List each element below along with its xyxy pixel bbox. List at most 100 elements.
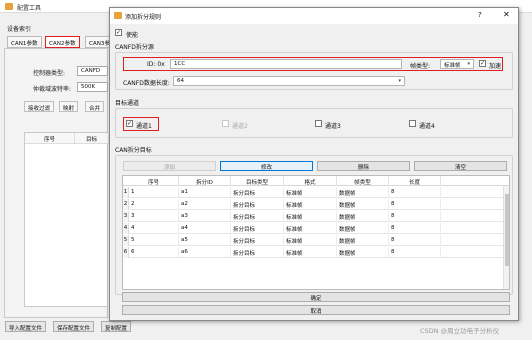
cell-type[interactable]: 拆分目标 (231, 235, 284, 246)
col-seq[interactable]: 序号 (129, 176, 179, 186)
close-icon[interactable]: ✕ (503, 10, 510, 19)
cell-fmt[interactable]: 标准帧 (284, 187, 337, 198)
channel1-label: 通道1 (136, 123, 152, 130)
accel-label: 加速 (489, 63, 502, 70)
save-config-button[interactable]: 保存配置文件 (53, 321, 95, 332)
can-target-section: CAN拆分目标 (115, 147, 152, 154)
cell-id[interactable]: a3 (179, 211, 231, 222)
channel2-checkbox (222, 120, 229, 127)
cell-len[interactable]: 8 (389, 235, 441, 246)
add-button[interactable]: 添加 (123, 161, 216, 171)
dialog-app-icon (114, 12, 122, 19)
cell-fmt[interactable]: 标准帧 (284, 199, 337, 210)
data-length-label: CANFD数据长度: (123, 80, 170, 87)
col-target-type[interactable]: 目标类型 (231, 176, 284, 186)
data-length-select[interactable]: 64 ▾ (173, 76, 405, 86)
channel3-checkbox[interactable] (315, 120, 322, 127)
delete-button[interactable]: 删除 (317, 161, 410, 171)
col-length[interactable]: 长度 (389, 176, 441, 186)
bg-col-seq: 序号 (25, 133, 75, 144)
cell-frame[interactable]: 数据帧 (337, 235, 389, 246)
enable-label: 使能 (126, 32, 139, 39)
table-header: 序号 拆分ID 目标类型 格式 帧类型 长度 (123, 176, 509, 186)
cell-fmt[interactable]: 标准帧 (284, 223, 337, 234)
cell-id[interactable]: a4 (179, 223, 231, 234)
cell-type[interactable]: 拆分目标 (231, 247, 284, 258)
subtab-merge[interactable]: 合并 (85, 101, 105, 112)
cell-id[interactable]: a2 (179, 199, 231, 210)
clear-button[interactable]: 清空 (414, 161, 507, 171)
scrollbar-thumb[interactable] (505, 194, 509, 266)
bg-col-target: 目标 (75, 133, 109, 144)
cell-frame[interactable]: 数据帧 (337, 223, 389, 234)
import-config-button[interactable]: 导入配置文件 (5, 321, 47, 332)
col-format[interactable]: 格式 (284, 176, 337, 186)
channel4-checkbox[interactable] (409, 120, 416, 127)
frame-type-select[interactable]: 标准帧 ▾ (440, 59, 474, 69)
dialog-title-bar: 添加拆分规则 ? ✕ (110, 8, 518, 24)
cell-frame[interactable]: 数据帧 (337, 199, 389, 210)
cell-seq[interactable]: 4 (129, 223, 179, 234)
cell-frame[interactable]: 数据帧 (337, 211, 389, 222)
cell-type[interactable]: 拆分目标 (231, 223, 284, 234)
cell-type[interactable]: 拆分目标 (231, 199, 284, 210)
id-label: ID: 0x (147, 61, 165, 68)
ok-button[interactable]: 确定 (122, 292, 510, 302)
channel1-checkbox[interactable]: ✓ (126, 120, 133, 127)
modify-button[interactable]: 修改 (220, 161, 313, 171)
subtab-mapping[interactable]: 映射 (59, 101, 79, 112)
cell-seq[interactable]: 6 (129, 247, 179, 258)
bg-rules-table[interactable]: 序号 目标 (24, 132, 109, 307)
split-target-table[interactable]: 序号 拆分ID 目标类型 格式 帧类型 长度 1 1 a1 拆分目标 标准帧 数据帧 8 2 2… (122, 175, 510, 290)
cell-len[interactable]: 8 (389, 211, 441, 222)
subtab-filter[interactable]: 接收过滤 (24, 101, 55, 112)
cell-seq[interactable]: 3 (129, 211, 179, 222)
cell-type[interactable]: 拆分目标 (231, 211, 284, 222)
cell-frame[interactable]: 数据帧 (337, 247, 389, 258)
add-split-rule-dialog: 添加拆分规则 ? ✕ ✓ 使能 CANFD拆分源 ID: 0x 1CC 帧类型:… (109, 7, 519, 321)
chevron-down-icon: ▾ (398, 78, 401, 84)
table-row[interactable]: 3 3 a3 拆分目标 标准帧 数据帧 8 (123, 211, 505, 222)
controller-type-field[interactable]: CANFD (77, 66, 108, 76)
cell-id[interactable]: a6 (179, 247, 231, 258)
cell-len[interactable]: 8 (389, 187, 441, 198)
enable-checkbox[interactable]: ✓ (115, 29, 122, 36)
cell-seq[interactable]: 1 (129, 187, 179, 198)
copy-config-button[interactable]: 复制配置 (101, 321, 132, 332)
cell-frame[interactable]: 数据帧 (337, 187, 389, 198)
accel-checkbox[interactable]: ✓ (479, 60, 486, 67)
col-split-id[interactable]: 拆分ID (179, 176, 231, 186)
channel3-label: 通道3 (325, 123, 341, 130)
frame-type-value: 标准帧 (444, 63, 461, 69)
table-row[interactable]: 5 5 a5 拆分目标 标准帧 数据帧 8 (123, 235, 505, 246)
cell-fmt[interactable]: 标准帧 (284, 211, 337, 222)
baud-rate-label: 仲裁域波特率: (33, 86, 72, 93)
id-input[interactable]: 1CC (170, 59, 402, 69)
data-length-value: 64 (177, 78, 184, 84)
help-icon[interactable]: ? (478, 11, 482, 19)
cancel-button[interactable]: 取消 (122, 305, 510, 315)
cell-fmt[interactable]: 标准帧 (284, 247, 337, 258)
channel4-label: 通道4 (419, 123, 435, 130)
table-row[interactable]: 2 2 a2 拆分目标 标准帧 数据帧 8 (123, 199, 505, 210)
col-frame-type[interactable]: 帧类型 (337, 176, 389, 186)
frame-type-label: 帧类型: (410, 63, 431, 70)
cell-type[interactable]: 拆分目标 (231, 187, 284, 198)
tab-can1[interactable]: CAN1参数 (7, 36, 42, 48)
cell-len[interactable]: 8 (389, 247, 441, 258)
table-row[interactable]: 6 6 a6 拆分目标 标准帧 数据帧 8 (123, 247, 505, 258)
cell-id[interactable]: a5 (179, 235, 231, 246)
cell-seq[interactable]: 5 (129, 235, 179, 246)
target-channel-group (115, 108, 513, 138)
cell-seq[interactable]: 2 (129, 199, 179, 210)
table-row[interactable]: 1 1 a1 拆分目标 标准帧 数据帧 8 (123, 187, 505, 198)
cell-len[interactable]: 8 (389, 199, 441, 210)
controller-type-label: 控制器类型: (33, 70, 66, 77)
cell-len[interactable]: 8 (389, 223, 441, 234)
cell-fmt[interactable]: 标准帧 (284, 235, 337, 246)
baud-rate-field[interactable]: 500K (77, 82, 108, 92)
table-row[interactable]: 4 4 a4 拆分目标 标准帧 数据帧 8 (123, 223, 505, 234)
cell-id[interactable]: a1 (179, 187, 231, 198)
table-scrollbar[interactable] (503, 186, 509, 289)
tab-can2[interactable]: CAN2参数 (45, 36, 80, 48)
